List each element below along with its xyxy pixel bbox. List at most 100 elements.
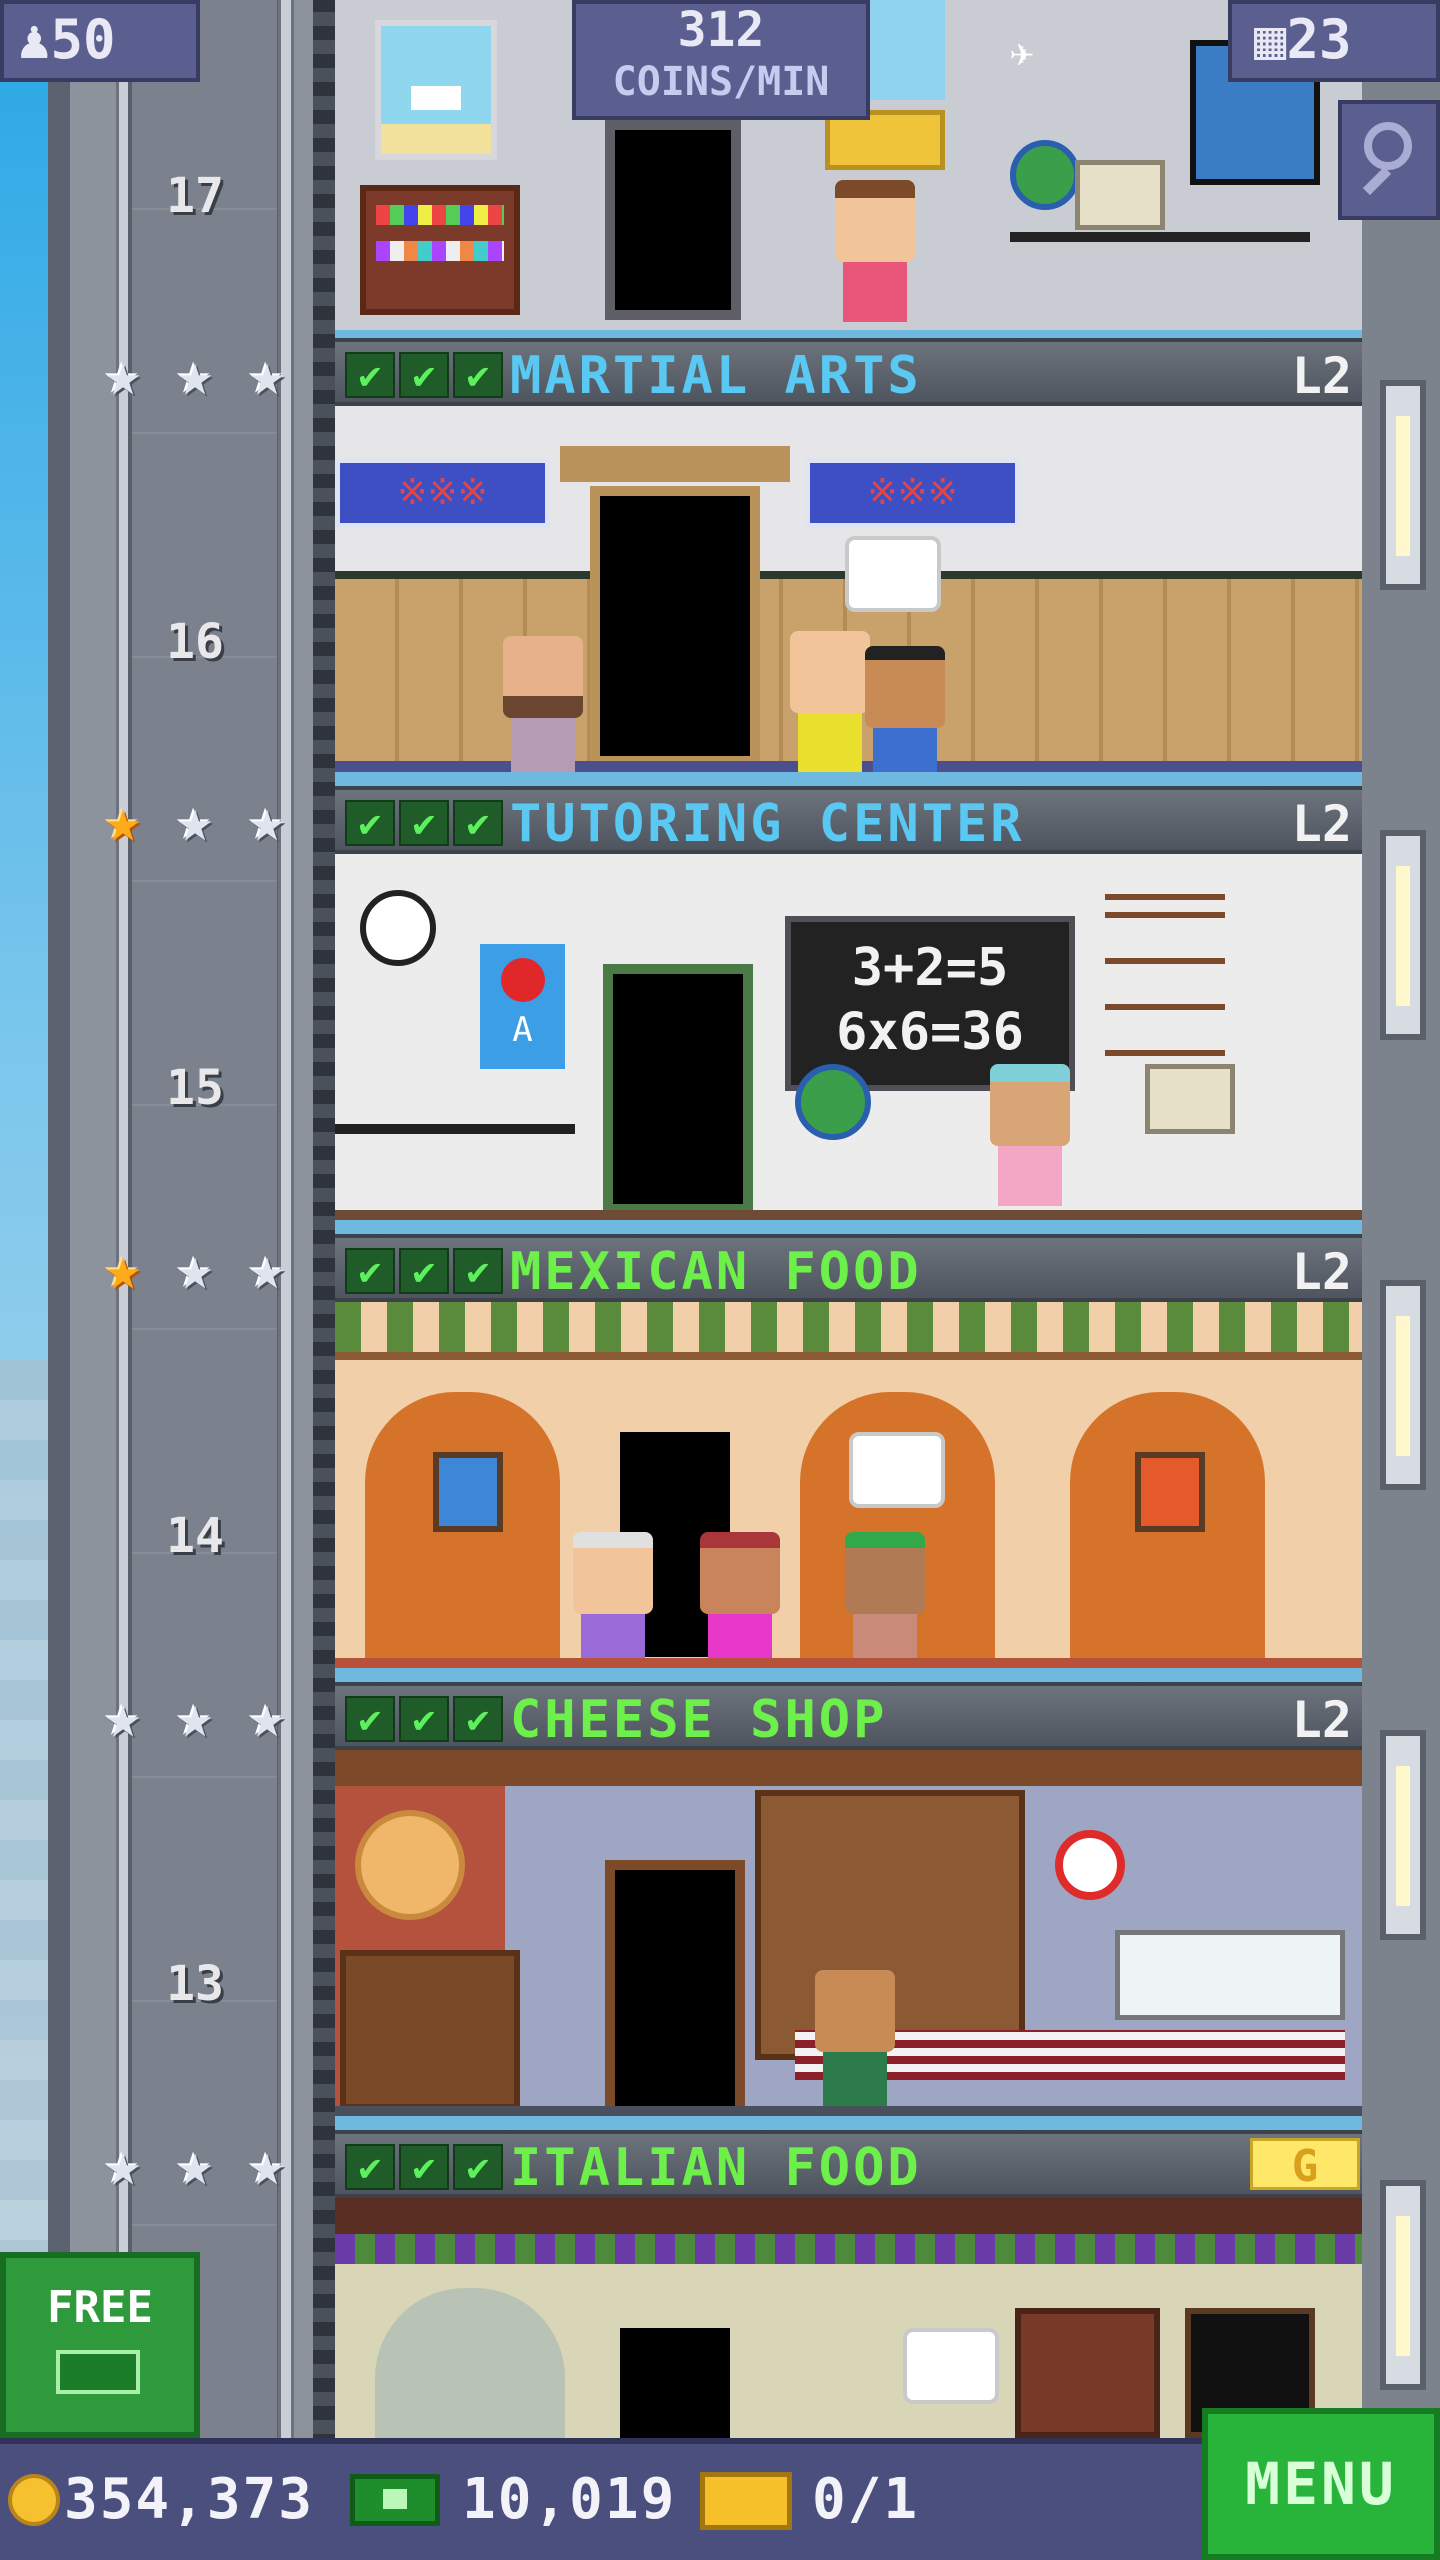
thought-bubble[interactable] (903, 2328, 999, 2404)
search-button[interactable] (1338, 100, 1440, 220)
search-handle (1362, 166, 1392, 196)
mexican-food-room[interactable] (335, 1302, 1362, 1668)
beach-painting (375, 20, 497, 160)
gold-star-icon: ★ (104, 1234, 142, 1304)
dojo-door (590, 486, 760, 766)
thought-bubble[interactable] (845, 536, 941, 612)
shopkeeper[interactable] (815, 1970, 895, 2112)
italian-food-room[interactable] (335, 2198, 1362, 2438)
airplane-icon: ✈ (1010, 30, 1035, 76)
apple-icon (500, 958, 545, 1002)
menu-button[interactable]: MENU (1202, 2408, 1440, 2560)
person-icon: ♟ (18, 8, 51, 71)
floor-banner-martial-arts[interactable]: ✔ ✔ ✔ MARTIAL ARTS L2 (335, 338, 1362, 406)
golden-ticket-icon (700, 2472, 792, 2530)
floor-13-stars: ★ ★ ★ (94, 1682, 296, 1752)
star-icon: ★ (248, 340, 286, 410)
poster-letter: A (512, 1010, 533, 1050)
computer-monitor (1075, 160, 1165, 230)
tile-floor (335, 1658, 1362, 1668)
coins-rate-unit: COINS/MIN (612, 59, 830, 105)
sky-background (0, 0, 48, 2560)
customer[interactable] (573, 1532, 653, 1668)
gold-badge[interactable]: G (1250, 2138, 1360, 2192)
floor-14-stars: ★ ★ ★ (94, 1234, 296, 1304)
customer[interactable] (503, 636, 583, 772)
floor-16-stars: ★ ★ ★ (94, 340, 296, 410)
floor-number-15: 15 (166, 1060, 224, 1116)
check-icon: ✔ (345, 352, 395, 398)
bux-icon (56, 2350, 140, 2394)
floor-number-16: 16 (166, 614, 224, 670)
apartment-door (605, 120, 741, 320)
stock-checks: ✔ ✔ ✔ (345, 1248, 503, 1294)
floorboard (335, 1210, 1362, 1220)
population-value: 50 (50, 8, 116, 71)
check-icon: ✔ (399, 2144, 449, 2190)
population-counter[interactable]: ♟50 (0, 0, 200, 82)
customer[interactable] (700, 1532, 780, 1668)
clock-icon (360, 890, 436, 966)
customer[interactable] (865, 646, 945, 772)
check-icon: ✔ (345, 1248, 395, 1294)
floor-number-17: 17 (166, 168, 224, 224)
star-icon: ★ (104, 1682, 142, 1752)
cheese-shelf (340, 1950, 520, 2110)
customer[interactable] (845, 1532, 925, 1668)
floor-count[interactable]: ▦23 (1228, 0, 1440, 82)
tickets-count[interactable]: 0/1 (812, 2468, 919, 2532)
bookshelf (360, 185, 520, 315)
floor-banner-italian-food[interactable]: ✔ ✔ ✔ ITALIAN FOOD G (335, 2130, 1362, 2198)
floor-banner-cheese-shop[interactable]: ✔ ✔ ✔ CHEESE SHOP L2 (335, 1682, 1362, 1750)
floor-level: L2 (1291, 1243, 1352, 1301)
star-icon: ★ (248, 2130, 286, 2200)
ceiling-beam (335, 2198, 1362, 2234)
check-icon: ✔ (453, 1696, 503, 1742)
customer[interactable] (990, 1064, 1070, 1206)
window-panel (1380, 1730, 1426, 1940)
ceiling-beam (335, 1750, 1362, 1786)
stock-checks: ✔ ✔ ✔ (345, 352, 503, 398)
floor-banner-mexican-food[interactable]: ✔ ✔ ✔ MEXICAN FOOD L2 (335, 1234, 1362, 1302)
stock-checks: ✔ ✔ ✔ (345, 1696, 503, 1742)
torii-beam (560, 446, 790, 482)
stock-checks: ✔ ✔ ✔ (345, 800, 503, 846)
star-icon: ★ (248, 786, 286, 856)
floor-number-13: 13 (166, 1956, 224, 2012)
window-arch (375, 2288, 565, 2438)
star-icon: ★ (176, 2130, 214, 2200)
coins-per-minute[interactable]: 312 COINS/MIN (572, 0, 870, 120)
star-icon: ★ (248, 1682, 286, 1752)
cheese-shop-room[interactable] (335, 1750, 1362, 2116)
free-bux-button[interactable]: FREE (0, 2252, 200, 2438)
free-label: FREE (47, 2282, 153, 2333)
martial-arts-room[interactable]: ※※※ ※※※ (335, 406, 1362, 772)
floor-level: L2 (1291, 347, 1352, 405)
coins-balance[interactable]: 354,373 (64, 2468, 314, 2532)
star-icon: ★ (176, 1682, 214, 1752)
shop-door (605, 1860, 745, 2116)
stock-checks: ✔ ✔ ✔ (345, 2144, 503, 2190)
classroom-door (603, 964, 753, 1214)
desk (1010, 232, 1310, 242)
customer[interactable] (790, 631, 870, 772)
coins-rate-value: 312 (677, 2, 765, 58)
check-icon: ✔ (345, 800, 395, 846)
bux-balance[interactable]: 10,019 (462, 2468, 676, 2532)
check-icon: ✔ (453, 2144, 503, 2190)
window-panel (1380, 1280, 1426, 1490)
floor-name: TUTORING CENTER (510, 794, 1025, 854)
floor-level: L2 (1291, 1691, 1352, 1749)
floor-level: L2 (1291, 795, 1352, 853)
building-right-wall (1362, 0, 1440, 2560)
no-smoking-sign (1055, 1830, 1125, 1900)
chalkboard-line-2: 6x6=36 (836, 1002, 1024, 1062)
star-icon: ★ (248, 1234, 286, 1304)
floor-banner-tutoring-center[interactable]: ✔ ✔ ✔ TUTORING CENTER L2 (335, 786, 1362, 854)
check-icon: ✔ (399, 1248, 449, 1294)
resident[interactable] (835, 180, 915, 322)
check-icon: ✔ (453, 1248, 503, 1294)
star-icon: ★ (176, 786, 214, 856)
tutoring-center-room[interactable]: A 3+2=5 6x6=36 (335, 854, 1362, 1220)
thought-bubble[interactable] (849, 1432, 945, 1508)
